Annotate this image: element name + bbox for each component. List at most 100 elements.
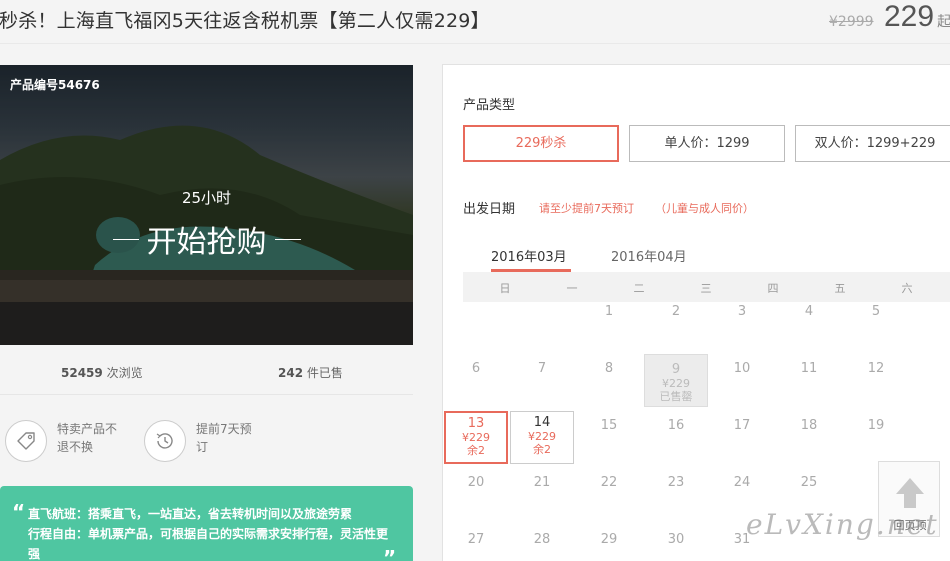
day-stock: 已售罄 (659, 390, 693, 403)
calendar-day-19[interactable]: 19 (844, 411, 908, 464)
calendar-day-11[interactable]: 11 (777, 354, 841, 407)
sold-count: 242 (278, 366, 304, 380)
views-stat: 52459 次浏览 (61, 364, 143, 381)
calendar-day-18[interactable]: 18 (777, 411, 841, 464)
calendar-day-15[interactable]: 15 (577, 411, 641, 464)
calendar-day-21[interactable]: 21 (510, 468, 574, 521)
calendar-day-20[interactable]: 20 (444, 468, 508, 521)
day-price: ¥229 (462, 431, 490, 444)
day-number: 7 (537, 361, 547, 376)
day-number: 17 (733, 418, 751, 433)
day-number: 11 (800, 361, 818, 376)
feature-no-refund: 特卖产品不退不换 (5, 420, 121, 462)
product-type-label: 产品类型 (463, 98, 516, 113)
booking-panel: 产品类型 229秒杀 单人价：1299 双人价：1299+229 出发日期 请至… (442, 64, 950, 561)
type-single-price-button[interactable]: 单人价：1299 (629, 125, 785, 162)
child-price-note: （儿童与成人同价） (655, 202, 754, 215)
weekday-wed: 三 (700, 282, 712, 295)
day-number: 21 (533, 475, 551, 490)
departure-date-label: 出发日期 (463, 202, 516, 217)
product-number: 产品编号54676 (10, 78, 100, 92)
day-number: 27 (467, 532, 485, 547)
views-count: 52459 (61, 366, 103, 380)
booking-note: 请至少提前7天预订 (539, 202, 634, 215)
calendar-day-12[interactable]: 12 (844, 354, 908, 407)
day-number: 15 (600, 418, 618, 433)
feature-text: 提前7天预订 (196, 422, 252, 454)
weekday-fri: 五 (834, 282, 846, 295)
views-label: 次浏览 (106, 366, 143, 380)
calendar-day-17[interactable]: 17 (710, 411, 774, 464)
calendar-day-16[interactable]: 16 (644, 411, 708, 464)
day-number: 6 (471, 361, 481, 376)
day-number: 9 (671, 362, 681, 377)
highlight-line-1: 直飞航班：搭乘直飞，一站直达，省去转机时间以及旅途劳累 (28, 507, 353, 521)
day-number: 5 (871, 304, 881, 319)
type-flash-sale-button[interactable]: 229秒杀 (463, 125, 619, 162)
day-number: 10 (733, 361, 751, 376)
day-stock: 余2 (467, 444, 485, 457)
day-number: 30 (667, 532, 685, 547)
weekday-sat: 六 (901, 282, 913, 295)
countdown-text: 25小时 (181, 189, 232, 207)
calendar-day-7[interactable]: 7 (510, 354, 574, 407)
highlight-line-2: 行程自由：单机票产品，可根据自己的实际需求安排行程，灵活性更强 (28, 527, 389, 561)
weekday-sun: 日 (499, 282, 511, 295)
weekday-mon: 一 (566, 282, 578, 295)
calendar-day-13[interactable]: 13 ¥229 余2 (444, 411, 508, 464)
feature-advance-booking: 提前7天预订 (144, 420, 260, 462)
calendar-day-27[interactable]: 27 (444, 525, 508, 561)
start-buying-text: 开始抢购 (146, 225, 267, 260)
sold-label: 件已售 (306, 366, 343, 380)
calendar-day-14[interactable]: 14 ¥229 余2 (510, 411, 574, 464)
quote-open-icon: “ (12, 500, 26, 524)
feature-text: 特卖产品不退不换 (57, 422, 118, 454)
calendar-day-9[interactable]: 9 ¥229 已售罄 (644, 354, 708, 407)
calendar-day-2[interactable]: 2 (644, 297, 708, 350)
price-unit: 起 (937, 13, 950, 29)
day-stock: 余2 (533, 443, 551, 456)
type-double-price-button[interactable]: 双人价：1299+229 (795, 125, 950, 162)
tab-month-march[interactable]: 2016年03月 (491, 246, 567, 265)
sold-stat: 242 件已售 (278, 364, 343, 381)
tag-icon (5, 420, 47, 462)
day-number: 4 (804, 304, 814, 319)
calendar-day-29[interactable]: 29 (577, 525, 641, 561)
day-number: 24 (733, 475, 751, 490)
tab-month-april[interactable]: 2016年04月 (611, 246, 687, 265)
page-title: 秒杀！上海直飞福冈5天往返含税机票【第二人仅需229】 (0, 10, 490, 32)
day-number: 20 (467, 475, 485, 490)
day-number: 1 (604, 304, 614, 319)
original-price: ¥2999 (829, 14, 874, 30)
clock-icon (144, 420, 186, 462)
day-number: 23 (667, 475, 685, 490)
price-value: 229 (884, 0, 935, 33)
day-number: 28 (533, 532, 551, 547)
day-number: 2 (671, 304, 681, 319)
calendar-day-28[interactable]: 28 (510, 525, 574, 561)
calendar-day-5[interactable]: 5 (844, 297, 908, 350)
day-number: 3 (737, 304, 747, 319)
calendar-day-3[interactable]: 3 (710, 297, 774, 350)
calendar-day-10[interactable]: 10 (710, 354, 774, 407)
day-number: 14 (533, 415, 551, 430)
start-buying-label: 开始抢购 (0, 217, 413, 261)
day-number: 12 (867, 361, 885, 376)
weekday-thu: 四 (767, 282, 779, 295)
day-number: 22 (600, 475, 618, 490)
day-number: 8 (604, 361, 614, 376)
calendar-day-6[interactable]: 6 (444, 354, 508, 407)
calendar-day-4[interactable]: 4 (777, 297, 841, 350)
day-number: 18 (800, 418, 818, 433)
day-price: ¥229 (662, 377, 690, 390)
day-number: 29 (600, 532, 618, 547)
day-number: 13 (467, 416, 485, 431)
dash-left (112, 238, 139, 240)
calendar-day-22[interactable]: 22 (577, 468, 641, 521)
calendar-day-30[interactable]: 30 (644, 525, 708, 561)
calendar-day-23[interactable]: 23 (644, 468, 708, 521)
calendar-day-1[interactable]: 1 (577, 297, 641, 350)
product-hero-image: 产品编号54676 25小时 开始抢购 (0, 65, 413, 345)
calendar-day-8[interactable]: 8 (577, 354, 641, 407)
site-watermark: eLvXing.net (746, 508, 939, 541)
